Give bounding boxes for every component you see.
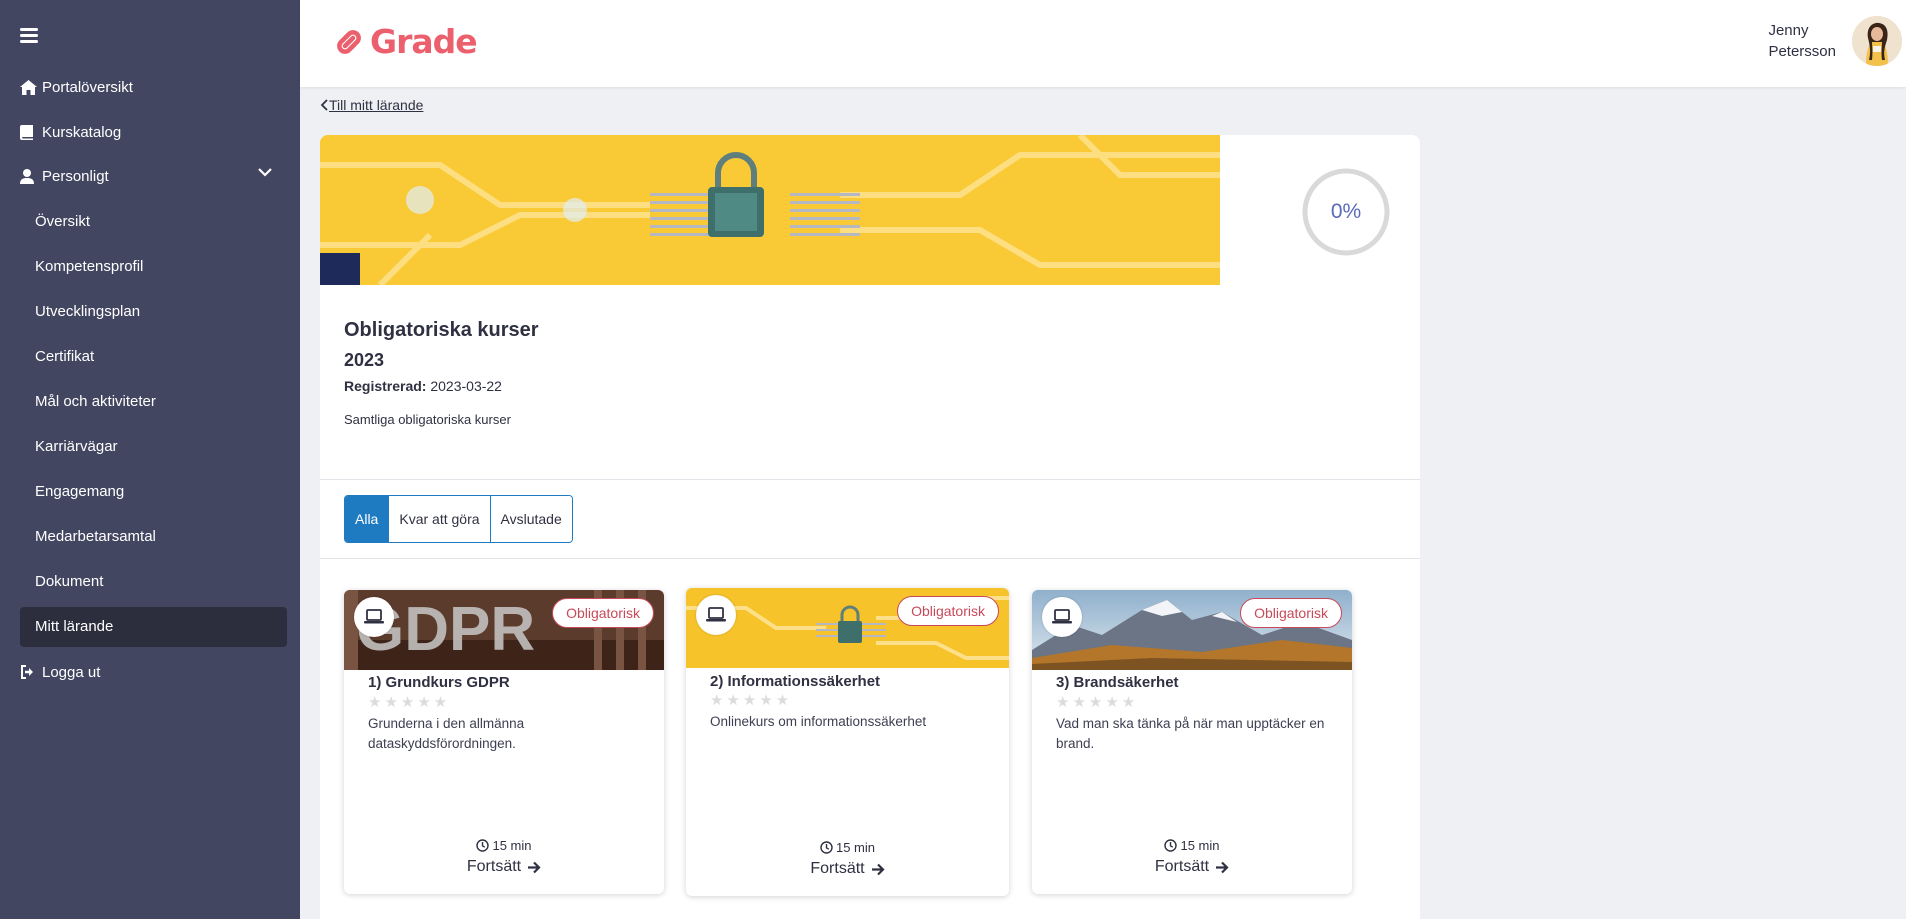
program-banner-image [320, 135, 1220, 285]
course-description: Grunderna i den allmänna dataskyddsföror… [368, 716, 525, 751]
menu-icon[interactable] [20, 28, 38, 44]
course-description: Onlinekurs om informationssäkerhet [710, 714, 927, 729]
rating-stars: ★★★★★ [1056, 694, 1139, 711]
program-title: Obligatoriska kurser [344, 319, 539, 341]
mandatory-badge: Obligatorisk [897, 596, 999, 626]
laptop-icon [696, 595, 736, 635]
mandatory-badge: Obligatorisk [1240, 598, 1342, 628]
filter-completed[interactable]: Avslutade [490, 496, 572, 542]
sidebar-item-documents[interactable]: Dokument [35, 570, 103, 594]
program-year: 2023 [344, 350, 385, 370]
course-card-fire-safety[interactable]: Obligatorisk 3) Brandsäkerhet ★★★★★ Vad … [1032, 590, 1352, 894]
filter-todo[interactable]: Kvar att göra [389, 496, 491, 542]
continue-label: Fortsätt [810, 860, 865, 877]
back-link[interactable]: Till mitt lärande [320, 97, 423, 113]
sidebar-item-goals[interactable]: Mål och aktiviteter [35, 390, 156, 414]
divider [320, 479, 1420, 480]
duration-label: 15 min [835, 840, 876, 855]
rating-stars: ★★★★★ [710, 692, 793, 709]
mandatory-badge: Obligatorisk [552, 598, 654, 628]
chevron-left-icon [320, 99, 328, 111]
filter-all[interactable]: Alla [345, 496, 390, 542]
clock-icon [820, 841, 833, 854]
sidebar-item-appraisals[interactable]: Medarbetarsamtal [35, 525, 156, 549]
logout-icon [20, 665, 42, 679]
continue-label: Fortsätt [466, 858, 522, 875]
avatar[interactable] [1852, 16, 1902, 66]
continue-label: Fortsätt [1154, 858, 1210, 875]
filter-tabs: Alla Kvar att göra Avslutade [344, 495, 573, 543]
link-logo-icon [337, 29, 361, 54]
continue-button[interactable]: Fortsätt [686, 860, 1009, 878]
divider [320, 558, 1420, 559]
sidebar-item-competence-profile[interactable]: Kompetensprofil [35, 255, 143, 279]
nav-item-label: Kurskatalog [42, 123, 122, 141]
user-icon [20, 168, 42, 184]
course-title[interactable]: 1) Grundkurs GDPR [368, 674, 510, 691]
clock-icon [1164, 839, 1178, 852]
program-description: Samtliga obligatoriska kurser [344, 412, 511, 427]
grade-logo[interactable]: Grade [332, 22, 478, 61]
sidebar-item-overview[interactable]: Översikt [35, 210, 90, 234]
course-duration: 15 min [686, 840, 1009, 855]
chevron-down-icon[interactable] [258, 168, 272, 177]
nav-item-course-catalog[interactable]: Kurskatalog [20, 119, 121, 145]
course-title[interactable]: 2) Informationssäkerhet [710, 673, 880, 690]
arrow-right-icon [1216, 861, 1229, 873]
sidebar-item-certificates[interactable]: Certifikat [35, 345, 94, 369]
nav-item-label: Portalöversikt [42, 78, 133, 96]
course-description: Vad man ska tänka på när man upptäcker e… [1056, 716, 1325, 751]
progress-percentage: 0% [1330, 200, 1362, 223]
nav-item-portal-overview[interactable]: Portalöversikt [20, 74, 133, 100]
course-duration: 15 min [1032, 838, 1352, 853]
course-card-infosec[interactable]: Obligatorisk 2) Informationssäkerhet ★★★… [686, 588, 1009, 896]
continue-button[interactable]: Fortsätt [1032, 858, 1352, 876]
sidebar-item-career-paths[interactable]: Karriärvägar [35, 435, 118, 459]
logout-label: Logga ut [42, 663, 101, 681]
registered-date: Registrerad: 2023-03-22 [344, 378, 502, 394]
sidebar-item-development-plan[interactable]: Utvecklingsplan [35, 300, 140, 324]
duration-label: 15 min [1180, 838, 1220, 853]
book-icon [20, 124, 42, 140]
duration-label: 15 min [492, 838, 532, 853]
home-icon [20, 79, 42, 95]
logout-button[interactable]: Logga ut [20, 659, 100, 685]
course-duration: 15 min [344, 838, 664, 853]
registered-label: Registrerad: [344, 378, 427, 394]
laptop-icon [1042, 597, 1082, 637]
nav-item-personal[interactable]: Personligt [20, 163, 280, 189]
arrow-right-icon [528, 861, 541, 873]
back-link-label: Till mitt lärande [329, 97, 424, 113]
registered-value: 2023-03-22 [430, 378, 502, 394]
sidebar-item-my-learning[interactable]: Mitt lärande [35, 615, 113, 639]
course-title[interactable]: 3) Brandsäkerhet [1056, 674, 1179, 691]
user-last-name: Petersson [1768, 43, 1836, 60]
user-first-name: Jenny [1768, 22, 1809, 39]
laptop-icon [354, 597, 394, 637]
program-card: 0% Obligatoriska kurser 2023 Registrerad… [320, 135, 1420, 919]
sidebar-item-engagement[interactable]: Engagemang [35, 480, 124, 504]
logo-text: Grade [370, 22, 478, 61]
course-card-gdpr[interactable]: GDPR Obligatorisk 1) Grundkurs GDPR ★★★★… [344, 590, 664, 894]
arrow-right-icon [871, 863, 885, 875]
top-header: Grade Jenny Petersson [300, 0, 1906, 87]
rating-stars: ★★★★★ [368, 694, 451, 711]
user-name[interactable]: Jenny Petersson [1768, 20, 1836, 62]
nav-item-label: Personligt [42, 167, 109, 185]
continue-button[interactable]: Fortsätt [344, 858, 664, 876]
sidebar: Portalöversikt Kurskatalog Personligt Öv… [0, 0, 300, 919]
clock-icon [476, 839, 490, 852]
